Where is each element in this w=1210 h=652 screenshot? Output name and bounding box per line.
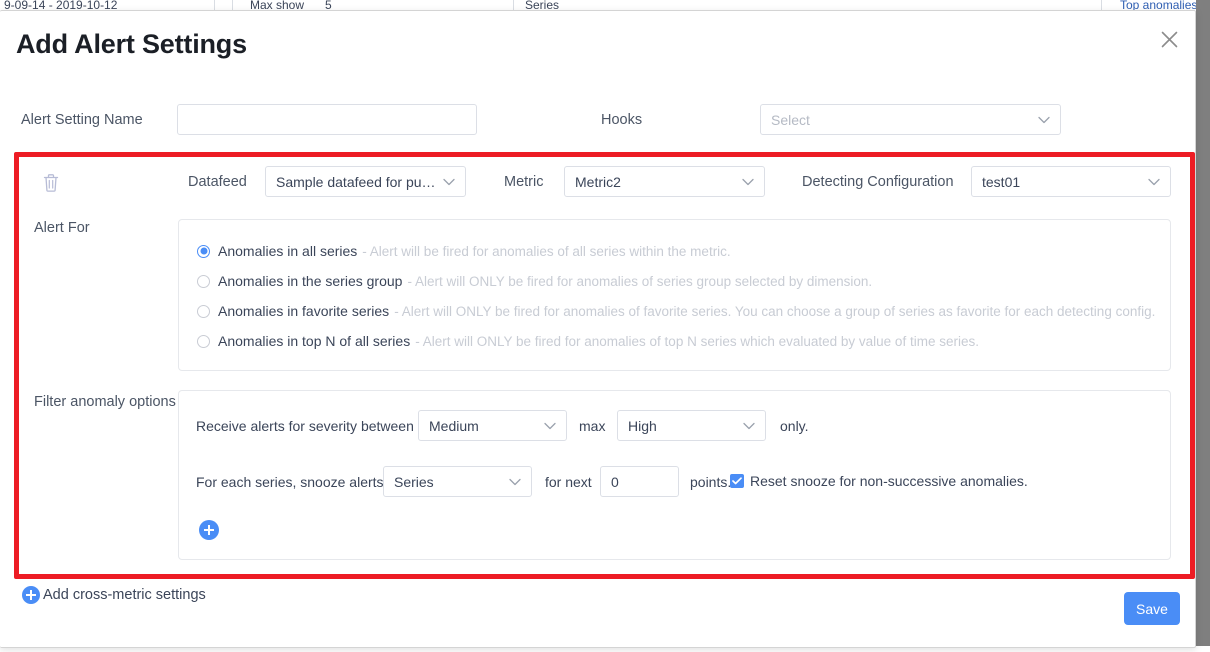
radio-description: - Alert will be fired for anomalies of a… <box>362 244 730 259</box>
min-severity-select[interactable]: Medium <box>418 410 567 441</box>
datafeed-select-value: Sample datafeed for public <box>276 174 437 190</box>
snooze-points-input[interactable] <box>600 466 679 497</box>
filter-anomaly-options-label: Filter anomaly options <box>34 394 176 410</box>
radio-indicator <box>197 335 210 348</box>
background-right-gutter <box>1196 0 1210 652</box>
hooks-select-value: Select <box>771 112 1032 128</box>
alert-for-panel: Anomalies in all series - Alert will be … <box>178 219 1171 371</box>
trash-icon[interactable] <box>40 172 62 194</box>
snooze-scope-select[interactable]: Series <box>383 466 532 497</box>
severity-range-prefix-text: Receive alerts for severity between min <box>196 418 440 434</box>
hooks-label: Hooks <box>601 112 642 128</box>
plus-circle-icon <box>22 586 40 604</box>
radio-label: Anomalies in favorite series <box>218 303 389 319</box>
metric-select[interactable]: Metric2 <box>564 166 765 197</box>
radio-label: Anomalies in all series <box>218 243 357 259</box>
radio-indicator <box>197 305 210 318</box>
chevron-down-icon <box>1038 116 1050 124</box>
filter-anomaly-options-panel: Receive alerts for severity between min … <box>178 390 1171 560</box>
dialog-title: Add Alert Settings <box>16 29 247 60</box>
max-severity-word: max <box>579 418 605 434</box>
severity-only-word: only. <box>780 418 809 434</box>
hooks-select[interactable]: Select <box>760 104 1061 135</box>
chevron-down-icon <box>509 478 521 486</box>
close-icon[interactable] <box>1155 25 1183 53</box>
radio-anomalies-favorite-series[interactable]: Anomalies in favorite series - Alert wil… <box>197 303 1155 319</box>
radio-label: Anomalies in the series group <box>218 273 402 289</box>
save-button[interactable]: Save <box>1124 592 1180 625</box>
radio-label: Anomalies in top N of all series <box>218 333 410 349</box>
metric-label: Metric <box>504 174 543 190</box>
chevron-down-icon <box>743 422 755 430</box>
radio-description: - Alert will ONLY be fired for anomalies… <box>415 334 979 349</box>
metric-select-value: Metric2 <box>575 174 736 190</box>
add-cross-metric-settings-label: Add cross-metric settings <box>43 587 206 603</box>
snooze-prefix-text: For each series, snooze alerts of <box>196 474 399 490</box>
alert-setting-name-label: Alert Setting Name <box>21 112 143 128</box>
max-severity-select[interactable]: High <box>617 410 766 441</box>
add-cross-metric-settings-button[interactable]: Add cross-metric settings <box>22 586 206 604</box>
for-next-word: for next <box>545 474 592 490</box>
alert-for-label: Alert For <box>34 220 90 236</box>
detecting-configuration-select-value: test01 <box>982 174 1142 190</box>
snooze-scope-value: Series <box>394 474 503 490</box>
min-severity-value: Medium <box>429 418 538 434</box>
radio-description: - Alert will ONLY be fired for anomalies… <box>407 274 872 289</box>
alert-setting-name-input[interactable] <box>177 104 477 135</box>
detecting-configuration-label: Detecting Configuration <box>802 174 954 190</box>
detecting-configuration-select[interactable]: test01 <box>971 166 1171 197</box>
radio-anomalies-series-group[interactable]: Anomalies in the series group - Alert wi… <box>197 273 872 289</box>
radio-indicator <box>197 275 210 288</box>
chevron-down-icon <box>1148 178 1160 186</box>
points-word: points. <box>690 474 731 490</box>
chevron-down-icon <box>544 422 556 430</box>
radio-anomalies-all-series[interactable]: Anomalies in all series - Alert will be … <box>197 243 731 259</box>
datafeed-select[interactable]: Sample datafeed for public <box>265 166 466 197</box>
chevron-down-icon <box>742 178 754 186</box>
reset-snooze-label: Reset snooze for non-successive anomalie… <box>750 473 1028 489</box>
radio-anomalies-top-n[interactable]: Anomalies in top N of all series - Alert… <box>197 333 979 349</box>
reset-snooze-checkbox[interactable]: Reset snooze for non-successive anomalie… <box>730 473 1028 489</box>
max-severity-value: High <box>628 418 737 434</box>
checkbox-indicator <box>730 474 744 488</box>
chevron-down-icon <box>443 178 455 186</box>
radio-indicator <box>197 245 210 258</box>
plus-circle-icon[interactable] <box>199 520 219 540</box>
radio-description: - Alert will ONLY be fired for anomalies… <box>394 304 1155 319</box>
add-alert-settings-dialog: Add Alert Settings Alert Setting Name Ho… <box>0 10 1196 648</box>
datafeed-label: Datafeed <box>188 174 247 190</box>
